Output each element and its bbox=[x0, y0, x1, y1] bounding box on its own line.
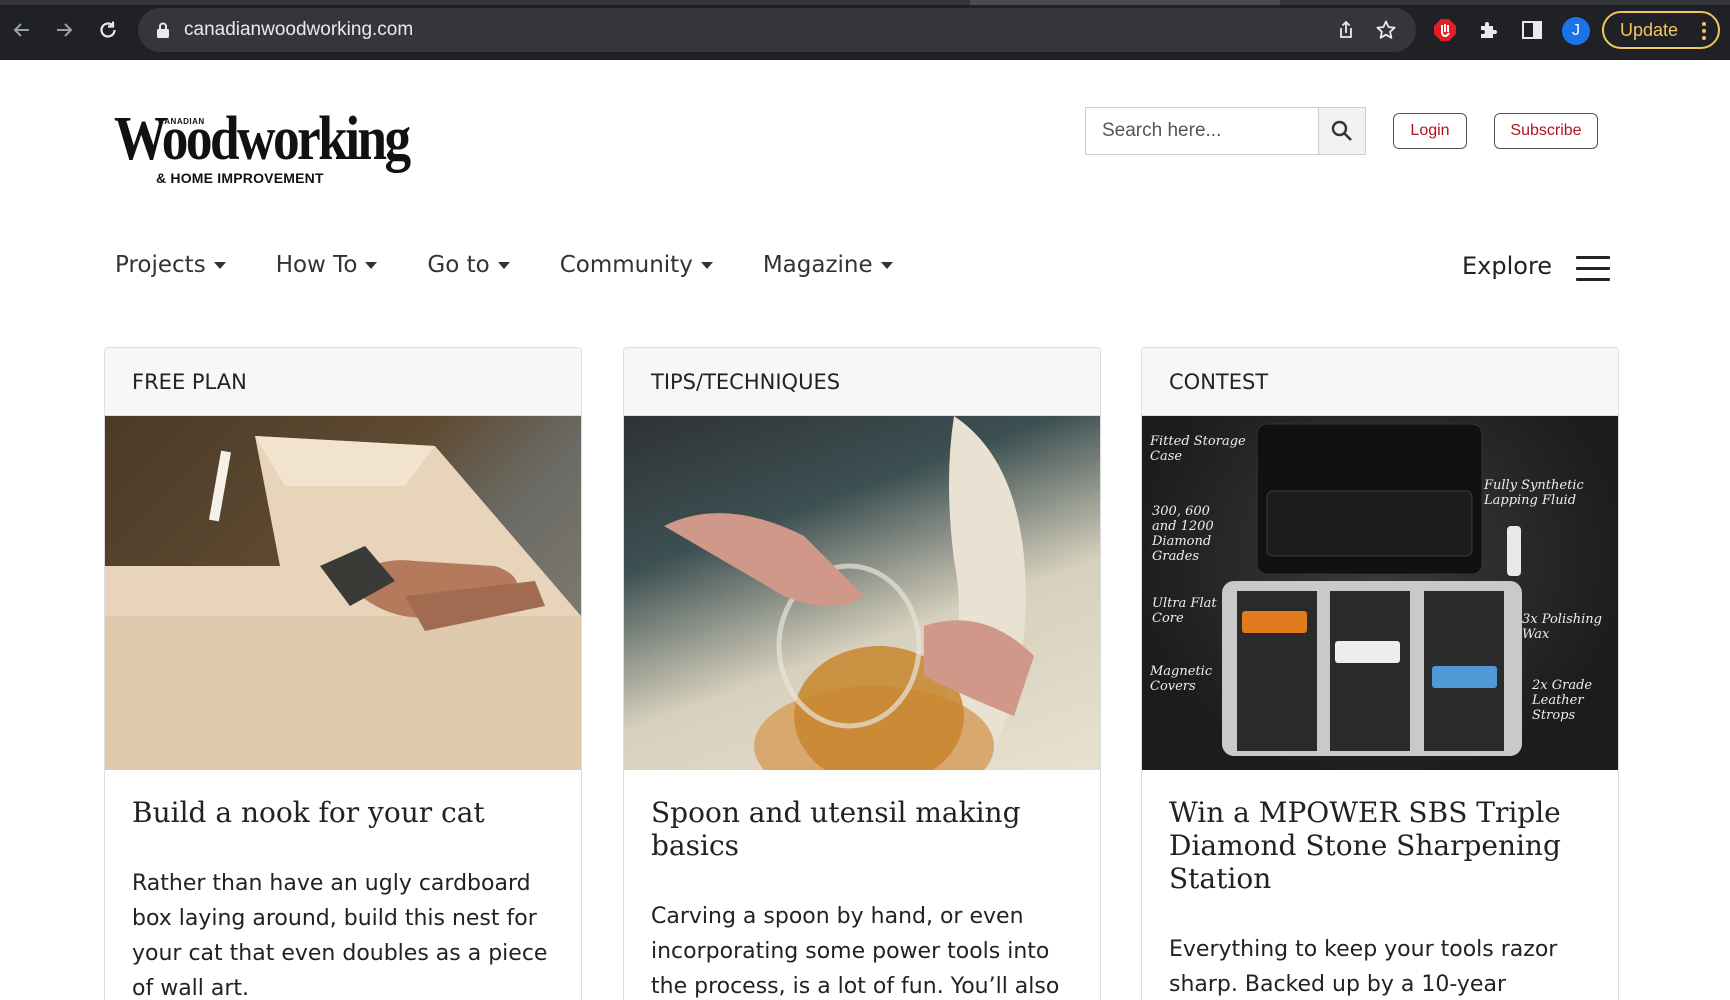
url-text: canadianwoodworking.com bbox=[184, 19, 414, 40]
forward-icon[interactable] bbox=[50, 16, 78, 44]
logo-small-text: CANADIAN bbox=[158, 117, 205, 126]
side-panel-icon[interactable] bbox=[1519, 17, 1545, 43]
tab-indicator bbox=[970, 0, 1280, 5]
hamburger-menu-icon[interactable] bbox=[1576, 256, 1610, 282]
search-button[interactable] bbox=[1318, 107, 1366, 155]
article-card-free-plan[interactable]: FREE PLAN Build a nook for your cat Rath… bbox=[104, 347, 582, 1000]
nav-item-community[interactable]: Community bbox=[560, 252, 713, 278]
caret-down-icon bbox=[700, 261, 713, 269]
address-bar[interactable]: canadianwoodworking.com bbox=[138, 8, 1416, 52]
share-icon[interactable] bbox=[1334, 18, 1358, 42]
update-button[interactable]: Update bbox=[1602, 11, 1720, 49]
main-navigation: Projects How To Go to Community Magazine bbox=[115, 252, 943, 278]
back-icon[interactable] bbox=[8, 16, 36, 44]
explore-link[interactable]: Explore bbox=[1462, 252, 1552, 280]
card-description: Everything to keep your tools razor shar… bbox=[1169, 937, 1558, 997]
nav-item-label: Projects bbox=[115, 252, 206, 278]
card-image-mpower-station[interactable]: Fitted Storage Case 300, 600 and 1200 Di… bbox=[1142, 416, 1618, 770]
annotation-diamond-grades: 300, 600 and 1200 Diamond Grades bbox=[1152, 504, 1214, 564]
ad-blocker-extension-icon[interactable] bbox=[1432, 17, 1458, 43]
annotation-leather-strops: 2x Grade Leather Strops bbox=[1532, 678, 1593, 723]
caret-down-icon bbox=[213, 261, 226, 269]
reload-icon[interactable] bbox=[94, 16, 122, 44]
lock-icon bbox=[156, 22, 170, 42]
article-card-contest[interactable]: CONTEST Fitted Storage Case 300, 600 and… bbox=[1141, 347, 1619, 1000]
nav-item-magazine[interactable]: Magazine bbox=[763, 252, 893, 278]
card-category: CONTEST bbox=[1142, 348, 1618, 416]
bookmark-star-icon[interactable] bbox=[1374, 18, 1398, 42]
nav-item-label: How To bbox=[275, 252, 358, 278]
nav-item-how-to[interactable]: How To bbox=[276, 252, 378, 278]
annotation-polishing-wax: 3x Polishing Wax bbox=[1522, 612, 1602, 642]
subscribe-button[interactable]: Subscribe bbox=[1494, 113, 1598, 149]
caret-down-icon bbox=[880, 261, 893, 269]
more-menu-icon[interactable] bbox=[1702, 22, 1706, 40]
profile-avatar[interactable]: J bbox=[1562, 17, 1590, 45]
login-button[interactable]: Login bbox=[1393, 113, 1467, 149]
annotation-fitted-case: Fitted Storage Case bbox=[1150, 434, 1246, 464]
search-input[interactable] bbox=[1085, 107, 1319, 155]
nav-item-go-to[interactable]: Go to bbox=[427, 252, 510, 278]
card-title[interactable]: Win a MPOWER SBS Triple Diamond Stone Sh… bbox=[1169, 796, 1599, 895]
browser-toolbar: canadianwoodworking.com J Update bbox=[0, 0, 1730, 60]
site-logo[interactable]: Woodworking CANADIAN & HOME IMPROVEMENT bbox=[114, 108, 411, 192]
annotation-lapping-fluid: Fully Synthetic Lapping Fluid bbox=[1484, 478, 1584, 508]
card-title[interactable]: Build a nook for your cat bbox=[132, 796, 562, 829]
caret-down-icon bbox=[365, 261, 378, 269]
card-title[interactable]: Spoon and utensil making basics bbox=[651, 796, 1081, 862]
card-image-cat-nook[interactable] bbox=[105, 416, 581, 770]
nav-item-label: Community bbox=[559, 252, 693, 278]
logo-subtitle: & HOME IMPROVEMENT bbox=[156, 170, 324, 186]
nav-item-label: Go to bbox=[427, 252, 490, 278]
card-description: Carving a spoon by hand, or even incorpo… bbox=[651, 904, 1060, 999]
search-icon bbox=[1331, 120, 1352, 141]
card-description: Rather than have an ugly cardboard box l… bbox=[132, 871, 548, 1000]
nav-item-label: Magazine bbox=[762, 252, 873, 278]
card-category: FREE PLAN bbox=[105, 348, 581, 416]
extensions-puzzle-icon[interactable] bbox=[1476, 17, 1502, 43]
caret-down-icon bbox=[497, 261, 510, 269]
annotation-magnetic-covers: Magnetic Covers bbox=[1150, 664, 1213, 694]
update-label: Update bbox=[1620, 19, 1679, 40]
tab-strip bbox=[0, 0, 1730, 5]
card-image-spoon-making[interactable] bbox=[624, 416, 1100, 770]
nav-item-projects[interactable]: Projects bbox=[115, 252, 226, 278]
article-card-tips-techniques[interactable]: TIPS/TECHNIQUES Spoon and utensil making… bbox=[623, 347, 1101, 1000]
card-category: TIPS/TECHNIQUES bbox=[624, 348, 1100, 416]
annotation-ultra-flat-core: Ultra Flat Core bbox=[1152, 596, 1217, 626]
